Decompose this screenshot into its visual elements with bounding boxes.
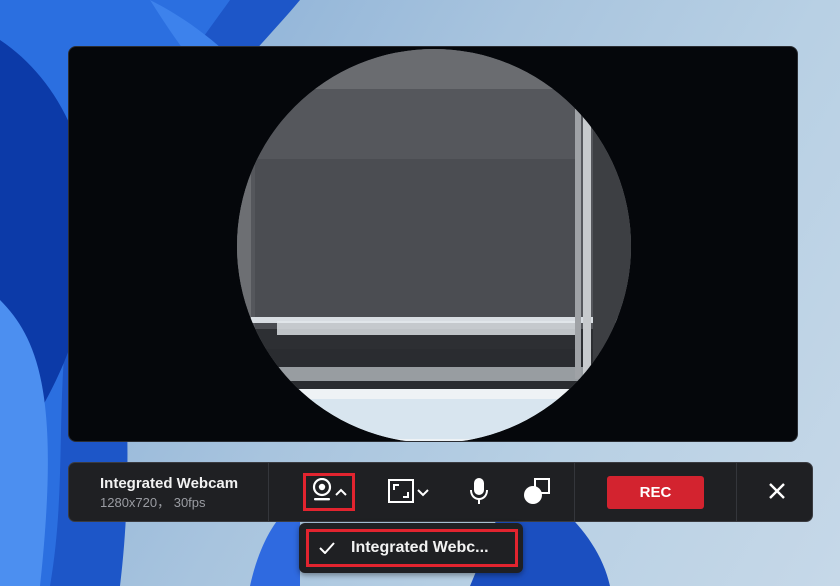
layout-icon xyxy=(387,478,414,508)
camera-resolution: 1280x720， 30fps xyxy=(100,495,206,510)
webcam-feed xyxy=(237,49,631,441)
webcam-icon xyxy=(311,477,333,507)
menu-item-integrated-webcam[interactable]: Integrated Webc... xyxy=(306,529,518,567)
shape-button[interactable] xyxy=(521,477,553,509)
layout-button[interactable] xyxy=(383,477,433,509)
close-icon xyxy=(768,482,786,505)
close-button[interactable] xyxy=(761,477,793,509)
webcam-toggle-button[interactable] xyxy=(303,473,355,511)
camera-name: Integrated Webcam xyxy=(100,475,239,492)
record-button[interactable]: REC xyxy=(607,476,704,509)
webcam-preview-panel xyxy=(68,46,798,442)
checkmark-icon xyxy=(319,542,337,554)
chevron-down-icon xyxy=(416,484,429,502)
shape-icon xyxy=(523,477,551,510)
recording-toolbar: Integrated Webcam 1280x720， 30fps REC xyxy=(68,462,813,522)
toolbar-divider xyxy=(268,463,269,521)
microphone-button[interactable] xyxy=(463,477,495,509)
camera-info: Integrated Webcam 1280x720， 30fps xyxy=(100,474,238,511)
menu-item-label: Integrated Webc... xyxy=(351,539,489,556)
webcam-dropdown-menu: Integrated Webc... xyxy=(299,523,523,573)
chevron-up-icon xyxy=(335,483,347,501)
microphone-icon xyxy=(469,477,489,510)
toolbar-divider xyxy=(574,463,575,521)
toolbar-divider xyxy=(736,463,737,521)
